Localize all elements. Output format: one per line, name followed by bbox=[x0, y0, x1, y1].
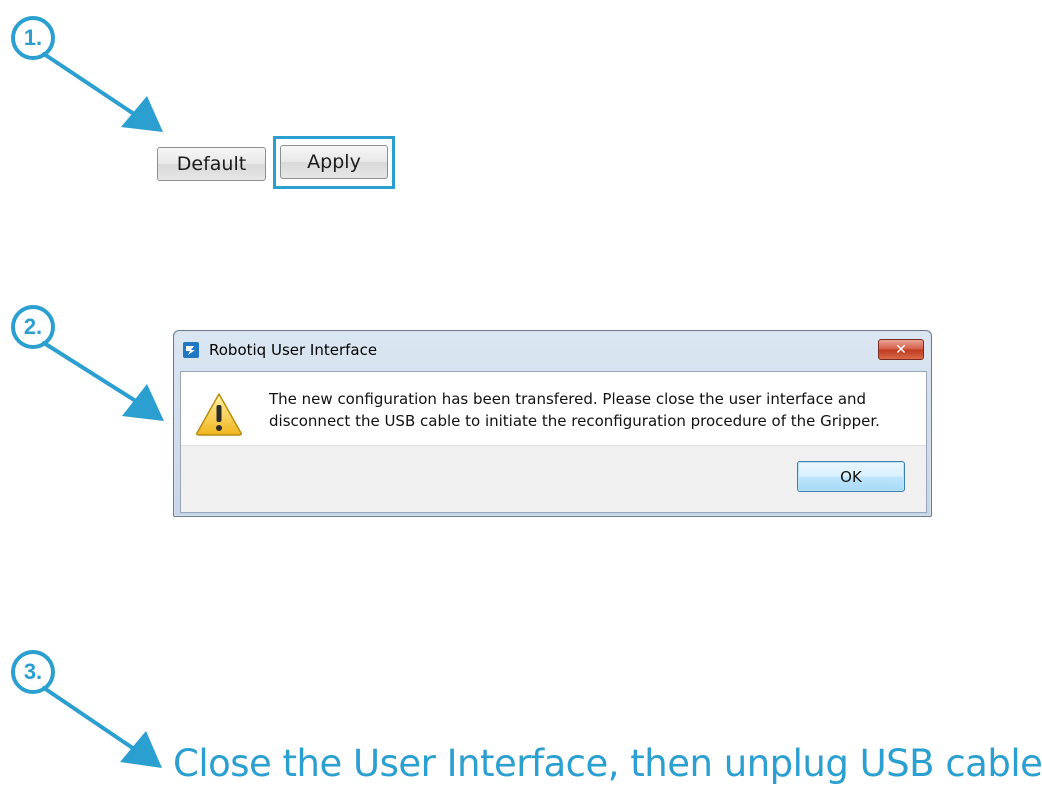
instruction-text: Close the User Interface, then unplug US… bbox=[173, 742, 1042, 785]
step-3-arrow-icon bbox=[42, 686, 162, 768]
